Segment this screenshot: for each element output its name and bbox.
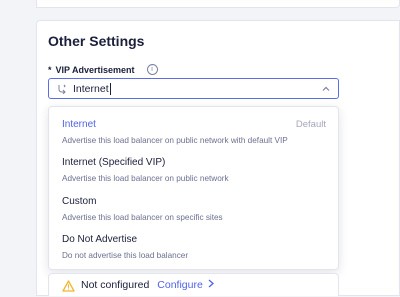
option-title: Internet <box>62 119 96 130</box>
required-mark: * <box>48 64 52 75</box>
previous-card <box>36 0 400 8</box>
option-custom[interactable]: Custom Advertise this load balancer on s… <box>62 196 326 222</box>
vip-dropdown-menu: Internet Default Advertise this load bal… <box>48 106 339 270</box>
option-description: Advertise this load balancer on public n… <box>62 136 288 145</box>
option-title: Internet (Specified VIP) <box>62 157 166 168</box>
vip-label-text: VIP Advertisement <box>55 64 135 75</box>
option-internet-specified-vip[interactable]: Internet (Specified VIP) Advertise this … <box>62 157 326 183</box>
vip-field-label: * VIP Advertisement i <box>48 64 158 75</box>
option-do-not-advertise[interactable]: Do Not Advertise Do not advertise this l… <box>62 234 326 260</box>
option-description: Advertise this load balancer on public n… <box>62 174 229 183</box>
configure-label[interactable]: Configure <box>157 279 203 291</box>
option-description: Do not advertise this load balancer <box>62 251 189 260</box>
chevron-up-icon[interactable] <box>322 85 330 95</box>
option-title: Do Not Advertise <box>62 234 138 245</box>
vip-advertisement-select[interactable]: Internet <box>48 78 339 99</box>
default-tag: Default <box>295 119 326 130</box>
configuration-status-row: Not configured Configure <box>48 273 339 296</box>
status-text: Not configured <box>81 279 150 291</box>
option-internet[interactable]: Internet Default Advertise this load bal… <box>62 119 326 145</box>
option-title: Custom <box>62 196 97 207</box>
warning-icon <box>62 279 75 292</box>
section-title: Other Settings <box>48 33 145 49</box>
chevron-right-icon[interactable] <box>208 279 214 291</box>
vip-select-value[interactable]: Internet <box>73 83 109 95</box>
configure-link[interactable]: Configure <box>157 279 214 291</box>
route-icon <box>57 84 67 94</box>
option-description: Advertise this load balancer on specific… <box>62 213 223 222</box>
text-cursor <box>109 82 111 95</box>
info-icon[interactable]: i <box>146 64 158 75</box>
